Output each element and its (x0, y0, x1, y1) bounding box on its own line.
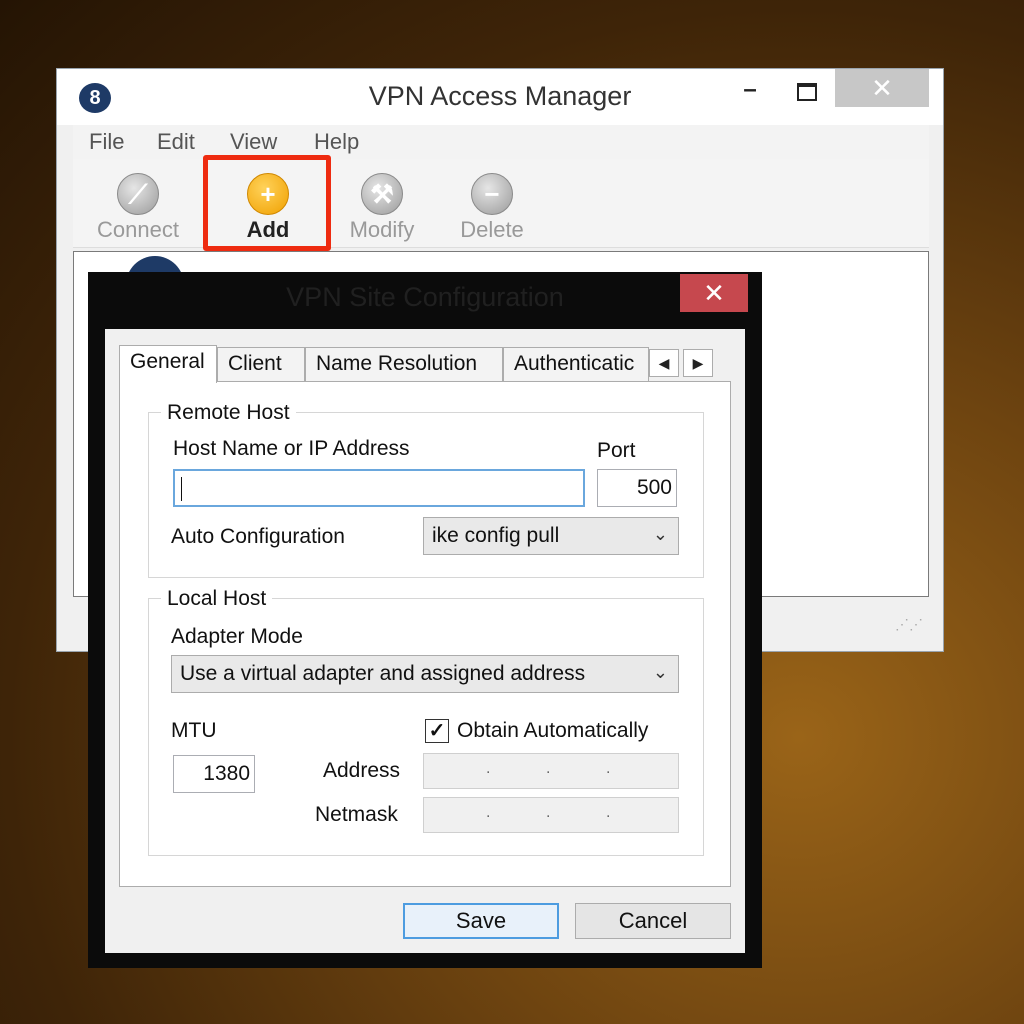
connect-label: Connect (97, 217, 179, 242)
text-caret (181, 477, 182, 502)
resize-grip-icon[interactable]: ⋰⋰ (895, 616, 923, 633)
address-input[interactable]: . . . (423, 753, 679, 789)
port-input[interactable]: 500 (597, 469, 677, 507)
minimize-button[interactable]: – (727, 77, 773, 109)
chevron-down-icon: ⌄ (652, 524, 668, 544)
tab-strip: General Client Name Resolution Authentic… (119, 345, 731, 383)
ip-separator: . (606, 760, 611, 777)
tab-scroll-left-icon[interactable]: ◀ (649, 349, 679, 377)
modify-button[interactable]: ⚒ Modify (327, 159, 437, 247)
tab-name-resolution[interactable]: Name Resolution (305, 347, 503, 381)
dialog-body: General Client Name Resolution Authentic… (105, 329, 745, 953)
add-button-highlight (203, 155, 331, 251)
toolbar: ⟋ Connect + Add ⚒ Modify − Delete (73, 159, 929, 248)
cancel-button[interactable]: Cancel (575, 903, 731, 939)
delete-label: Delete (460, 217, 524, 242)
auto-config-value: ike config pull (432, 524, 560, 547)
tab-client[interactable]: Client (217, 347, 305, 381)
ip-separator: . (486, 804, 491, 821)
general-tab-panel: Remote Host Host Name or IP Address Port… (119, 381, 731, 887)
host-name-label: Host Name or IP Address (173, 437, 410, 460)
netmask-label: Netmask (315, 803, 398, 826)
local-host-group: Local Host Adapter Mode Use a virtual ad… (148, 587, 704, 856)
ip-separator: . (486, 760, 491, 777)
menubar: File Edit View Help (73, 125, 929, 159)
tab-general[interactable]: General (119, 345, 217, 383)
ip-separator: . (606, 804, 611, 821)
main-titlebar[interactable]: 8 VPN Access Manager – ✕ (57, 69, 943, 125)
mtu-input[interactable]: 1380 (173, 755, 255, 793)
delete-button[interactable]: − Delete (437, 159, 547, 247)
site-config-dialog: VPN Site Configuration ✕ General Client … (88, 272, 762, 968)
tab-scroll-right-icon[interactable]: ▶ (683, 349, 713, 377)
adapter-mode-select[interactable]: Use a virtual adapter and assigned addre… (171, 655, 679, 693)
connect-button[interactable]: ⟋ Connect (83, 159, 193, 247)
port-label: Port (597, 439, 636, 462)
remote-host-label: Remote Host (161, 401, 296, 425)
adapter-mode-label: Adapter Mode (171, 625, 303, 648)
ip-separator: . (546, 804, 551, 821)
maximize-button[interactable] (785, 77, 831, 109)
ip-separator: . (546, 760, 551, 777)
netmask-input[interactable]: . . . (423, 797, 679, 833)
obtain-automatically-label[interactable]: Obtain Automatically (457, 719, 648, 743)
dialog-title: VPN Site Configuration (286, 282, 564, 312)
auto-config-select[interactable]: ike config pull ⌄ (423, 517, 679, 555)
auto-config-label: Auto Configuration (171, 525, 345, 548)
address-label: Address (323, 759, 401, 782)
menu-file[interactable]: File (89, 129, 124, 155)
local-host-label: Local Host (161, 587, 273, 611)
menu-edit[interactable]: Edit (157, 129, 195, 155)
remote-host-group: Remote Host Host Name or IP Address Port… (148, 401, 704, 578)
host-name-input[interactable] (173, 469, 585, 507)
menu-view[interactable]: View (230, 129, 277, 155)
modify-label: Modify (349, 217, 415, 242)
obtain-automatically-checkbox[interactable]: ✓ (425, 719, 449, 743)
minus-icon: − (471, 173, 513, 215)
adapter-mode-value: Use a virtual adapter and assigned addre… (180, 662, 586, 685)
close-button[interactable]: ✕ (835, 69, 929, 107)
mtu-label: MTU (171, 719, 217, 742)
dialog-close-button[interactable]: ✕ (680, 274, 748, 312)
chevron-down-icon: ⌄ (652, 662, 668, 682)
tab-authentication[interactable]: Authenticatic (503, 347, 649, 381)
save-button[interactable]: Save (403, 903, 559, 939)
menu-help[interactable]: Help (314, 129, 359, 155)
wrench-icon: ⚒ (361, 173, 403, 215)
connect-icon: ⟋ (117, 173, 159, 215)
maximize-icon (797, 83, 817, 101)
